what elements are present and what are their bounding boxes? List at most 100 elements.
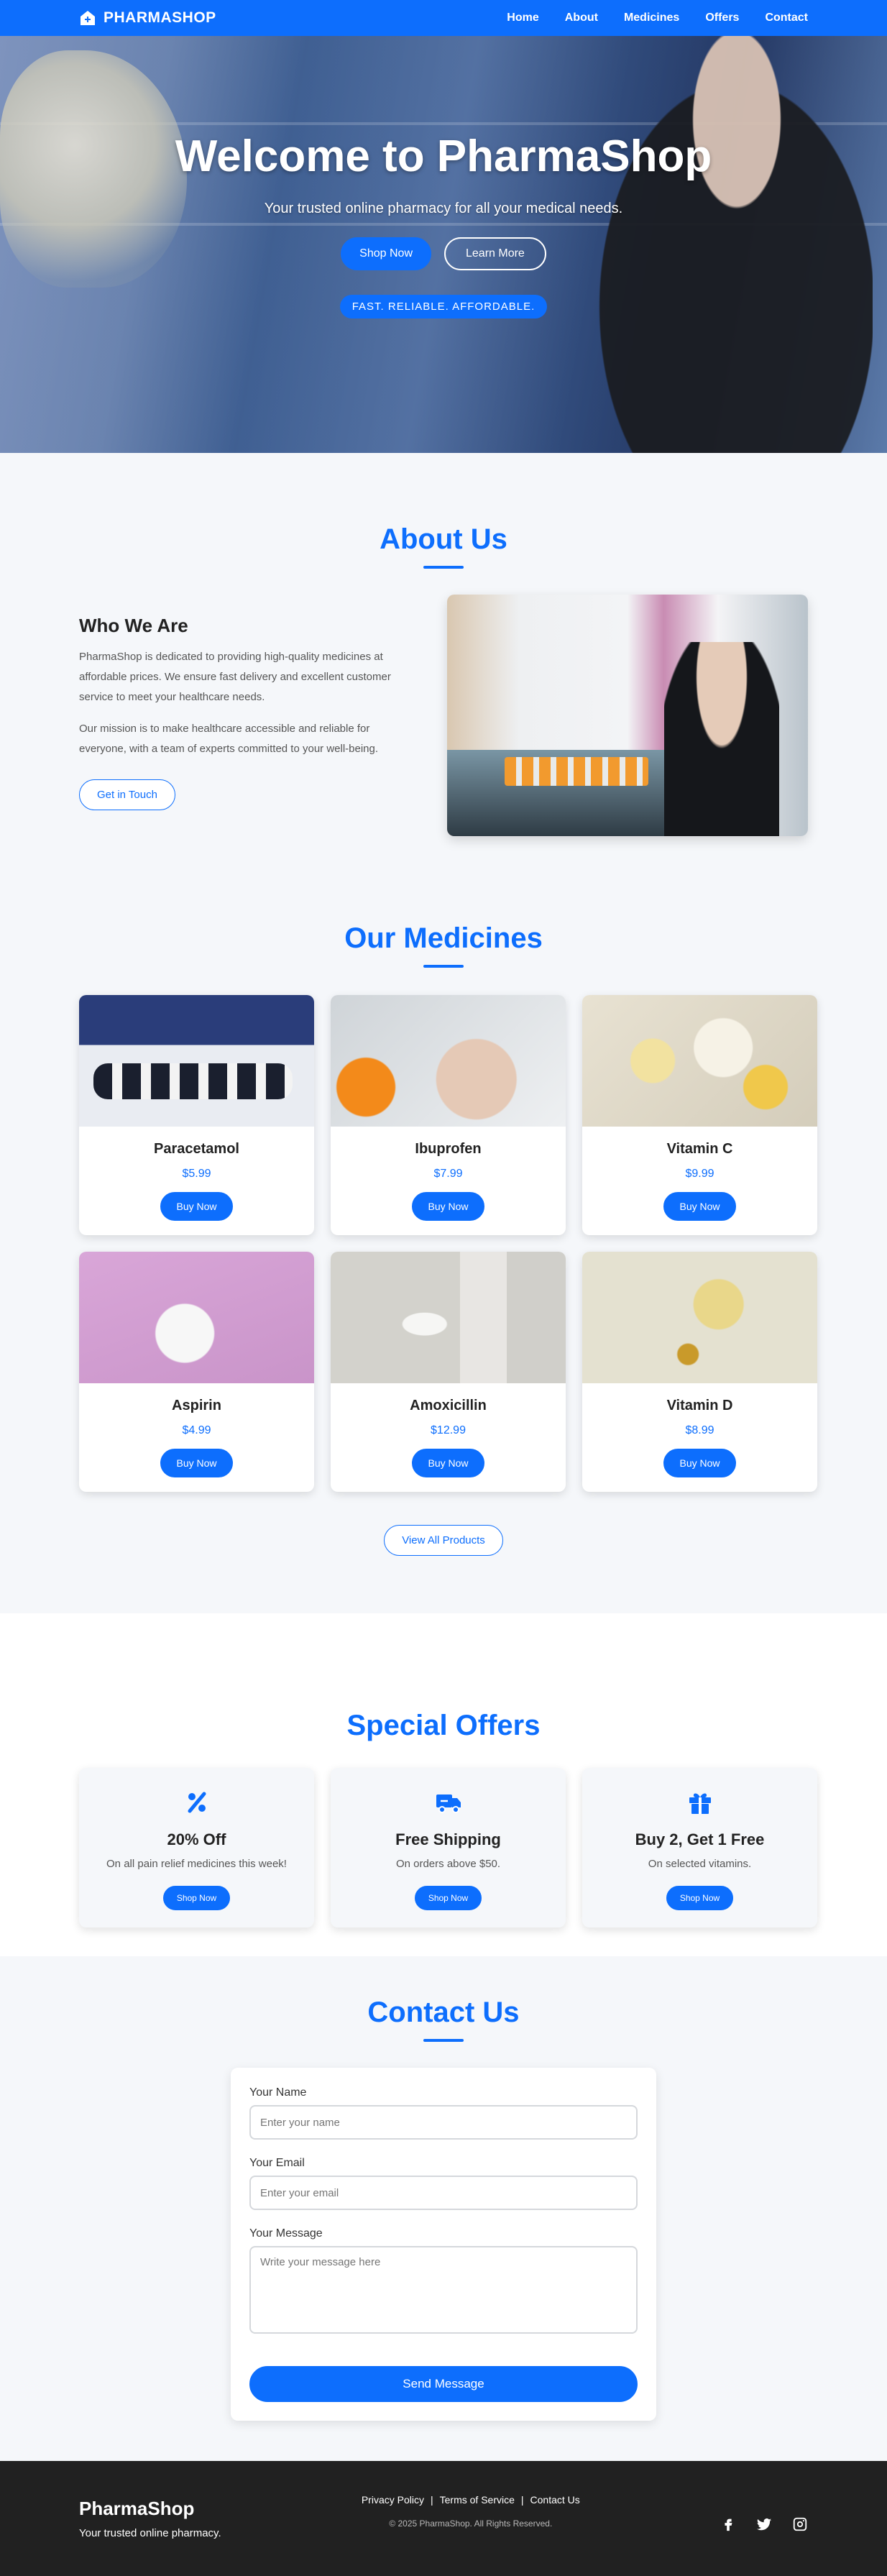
gift-icon bbox=[686, 1788, 714, 1817]
hero-title: Welcome to PharmaShop bbox=[175, 132, 712, 181]
nav-about[interactable]: About bbox=[565, 12, 598, 24]
twitter-icon[interactable] bbox=[756, 2516, 772, 2536]
title-underline bbox=[423, 566, 464, 569]
medicine-image bbox=[79, 1252, 314, 1383]
medicine-card: Ibuprofen $7.99 Buy Now bbox=[331, 995, 566, 1235]
medicine-price: $8.99 bbox=[685, 1424, 714, 1436]
buy-now-button[interactable]: Buy Now bbox=[160, 1449, 233, 1477]
about-image-pharmacist bbox=[664, 642, 779, 836]
title-underline bbox=[423, 965, 464, 968]
about-text: Who We Are PharmaShop is dedicated to pr… bbox=[79, 595, 417, 836]
medicine-image bbox=[582, 1252, 817, 1383]
offers-section: Special Offers 20% Off On all pain relie… bbox=[0, 1613, 887, 1956]
shop-now-button[interactable]: Shop Now bbox=[341, 237, 431, 270]
separator: | bbox=[430, 2494, 433, 2506]
medicine-image bbox=[331, 995, 566, 1127]
offers-title: Special Offers bbox=[346, 1710, 541, 1741]
medicines-section: Our Medicines Paracetamol $5.99 Buy Now … bbox=[0, 922, 887, 1613]
about-image-bottles bbox=[505, 757, 648, 786]
truck-icon bbox=[434, 1788, 463, 1817]
about-title: About Us bbox=[380, 523, 507, 555]
separator: | bbox=[520, 2494, 524, 2506]
footer-brand-name: PharmaShop bbox=[79, 2498, 195, 2519]
medicine-name: Amoxicillin bbox=[410, 1398, 487, 1413]
name-label: Your Name bbox=[249, 2086, 307, 2099]
instagram-icon[interactable] bbox=[792, 2516, 808, 2536]
buy-now-button[interactable]: Buy Now bbox=[160, 1192, 233, 1221]
medicine-grid: Paracetamol $5.99 Buy Now Ibuprofen $7.9… bbox=[79, 995, 817, 1492]
get-in-touch-button[interactable]: Get in Touch bbox=[79, 779, 175, 810]
view-all-wrap: View All Products bbox=[79, 1525, 808, 1556]
medicine-card: Aspirin $4.99 Buy Now bbox=[79, 1252, 314, 1492]
offer-text: On all pain relief medicines this week! bbox=[106, 1858, 287, 1870]
offer-card: 20% Off On all pain relief medicines thi… bbox=[79, 1768, 314, 1928]
buy-now-button[interactable]: Buy Now bbox=[663, 1449, 736, 1477]
nav-links: Home About Medicines Offers Contact bbox=[481, 12, 808, 24]
facebook-icon[interactable] bbox=[720, 2516, 736, 2536]
hero-tagline: FAST. RELIABLE. AFFORDABLE. bbox=[339, 295, 548, 318]
medicine-card: Vitamin C $9.99 Buy Now bbox=[582, 995, 817, 1235]
buy-now-button[interactable]: Buy Now bbox=[412, 1192, 484, 1221]
about-paragraph-1: PharmaShop is dedicated to providing hig… bbox=[79, 651, 391, 703]
hero-subtitle: Your trusted online pharmacy for all you… bbox=[264, 201, 623, 216]
message-label: Your Message bbox=[249, 2227, 323, 2240]
medicine-name: Vitamin C bbox=[666, 1141, 733, 1157]
percent-icon bbox=[183, 1788, 211, 1817]
buy-now-button[interactable]: Buy Now bbox=[412, 1449, 484, 1477]
hero: Welcome to PharmaShop Your trusted onlin… bbox=[0, 36, 887, 453]
contact-us-link[interactable]: Contact Us bbox=[530, 2494, 580, 2506]
medicine-image bbox=[79, 995, 314, 1127]
clinic-icon bbox=[81, 11, 95, 25]
view-all-products-button[interactable]: View All Products bbox=[384, 1525, 503, 1556]
privacy-policy-link[interactable]: Privacy Policy bbox=[362, 2494, 424, 2506]
about-paragraph-2: Our mission is to make healthcare access… bbox=[79, 723, 379, 755]
contact-form: Your Name Your Email Your Message Send M… bbox=[231, 2068, 656, 2421]
message-textarea[interactable] bbox=[249, 2246, 638, 2334]
footer-links: Privacy Policy | Terms of Service | Contact … bbox=[362, 2494, 580, 2506]
about-heading: Who We Are bbox=[79, 615, 188, 636]
medicine-name: Paracetamol bbox=[154, 1141, 239, 1157]
footer-brand: PharmaShop Your trusted online pharmacy. bbox=[79, 2498, 221, 2539]
medicines-title: Our Medicines bbox=[344, 922, 543, 954]
medicine-image bbox=[582, 995, 817, 1127]
navbar: PHARMASHOP Home About Medicines Offers C… bbox=[0, 0, 887, 36]
nav-offers[interactable]: Offers bbox=[705, 12, 739, 24]
nav-medicines[interactable]: Medicines bbox=[624, 12, 679, 24]
footer-tagline: Your trusted online pharmacy. bbox=[79, 2527, 221, 2539]
offer-shop-now-button[interactable]: Shop Now bbox=[162, 1886, 231, 1910]
send-message-button[interactable]: Send Message bbox=[249, 2366, 638, 2402]
offer-shop-now-button[interactable]: Shop Now bbox=[666, 1886, 734, 1910]
offer-title: 20% Off bbox=[167, 1830, 226, 1848]
footer: PharmaShop Your trusted online pharmacy.… bbox=[0, 2461, 887, 2576]
medicine-name: Aspirin bbox=[172, 1398, 221, 1413]
medicine-name: Ibuprofen bbox=[415, 1141, 482, 1157]
about-image bbox=[447, 595, 808, 836]
medicine-price: $9.99 bbox=[685, 1168, 714, 1180]
medicine-price: $7.99 bbox=[433, 1168, 463, 1180]
nav-home[interactable]: Home bbox=[507, 12, 538, 24]
medicine-card: Amoxicillin $12.99 Buy Now bbox=[331, 1252, 566, 1492]
medicine-price: $4.99 bbox=[182, 1424, 211, 1436]
name-input[interactable] bbox=[249, 2105, 638, 2140]
terms-link[interactable]: Terms of Service bbox=[440, 2494, 515, 2506]
medicine-name: Vitamin D bbox=[666, 1398, 733, 1413]
about-row: Who We Are PharmaShop is dedicated to pr… bbox=[79, 595, 808, 836]
brand[interactable]: PHARMASHOP bbox=[79, 9, 216, 27]
email-field-group: Your Email bbox=[249, 2157, 638, 2210]
offer-shop-now-button[interactable]: Shop Now bbox=[414, 1886, 482, 1910]
contact-title: Contact Us bbox=[367, 1997, 520, 2028]
offer-card: Free Shipping On orders above $50. Shop … bbox=[331, 1768, 566, 1928]
medicine-card: Paracetamol $5.99 Buy Now bbox=[79, 995, 314, 1235]
email-input[interactable] bbox=[249, 2176, 638, 2210]
copyright: © 2025 PharmaShop. All Rights Reserved. bbox=[389, 2518, 553, 2529]
message-field-group: Your Message bbox=[249, 2227, 638, 2337]
social-links bbox=[720, 2516, 808, 2536]
offer-card: Buy 2, Get 1 Free On selected vitamins. … bbox=[582, 1768, 817, 1928]
medicine-card: Vitamin D $8.99 Buy Now bbox=[582, 1252, 817, 1492]
learn-more-button[interactable]: Learn More bbox=[444, 237, 546, 270]
nav-contact[interactable]: Contact bbox=[765, 12, 808, 24]
buy-now-button[interactable]: Buy Now bbox=[663, 1192, 736, 1221]
brand-name: PHARMASHOP bbox=[104, 9, 216, 26]
offer-title: Buy 2, Get 1 Free bbox=[635, 1830, 765, 1848]
medicine-price: $12.99 bbox=[431, 1424, 466, 1436]
